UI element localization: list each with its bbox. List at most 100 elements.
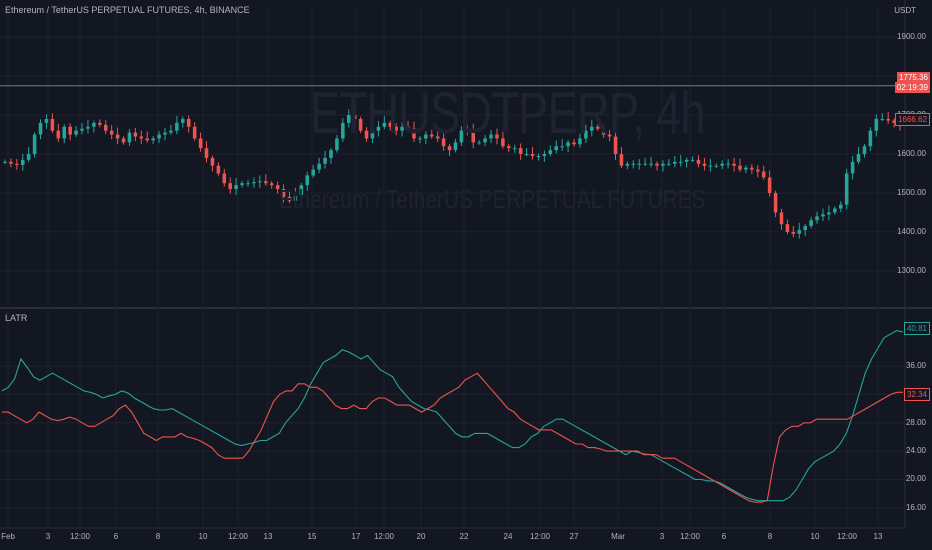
- latr-green-line: [1, 330, 904, 502]
- candle-body: [323, 157, 327, 164]
- candle-body: [133, 132, 138, 137]
- candle-body: [803, 226, 807, 230]
- candle-body: [512, 148, 517, 150]
- candle-body: [732, 163, 736, 166]
- candle-body: [862, 146, 867, 155]
- time-tick-label: 3: [659, 532, 665, 541]
- candle-body: [844, 173, 849, 205]
- candle-body: [619, 154, 624, 166]
- candle-body: [874, 118, 879, 131]
- candle-body: [216, 165, 221, 174]
- candle-body: [649, 163, 653, 165]
- candle-body: [228, 183, 232, 190]
- time-tick-label: 3: [45, 532, 51, 541]
- candle-body: [821, 214, 825, 217]
- candle-body: [868, 130, 873, 147]
- candle-body: [643, 163, 647, 165]
- latr-green-tag: 40.81: [903, 322, 930, 335]
- time-tick-label: 22: [459, 532, 469, 541]
- candle-body: [542, 154, 547, 156]
- candle-body: [139, 136, 144, 139]
- candle-body: [127, 132, 132, 143]
- time-tick-label: 27: [569, 532, 579, 541]
- time-tick-label: 12:00: [373, 532, 395, 541]
- time-tick-label: 12:00: [227, 532, 249, 541]
- candle-body: [667, 163, 671, 165]
- candle-body: [779, 212, 784, 225]
- candle-body: [32, 134, 37, 155]
- indicator-title[interactable]: LATR: [5, 313, 27, 323]
- time-tick-label: Feb: [1, 532, 15, 541]
- candle-body: [317, 163, 321, 170]
- time-tick-label: 12:00: [836, 532, 858, 541]
- candle-body: [827, 212, 831, 215]
- candle-body: [785, 224, 790, 232]
- candle-body: [791, 231, 796, 234]
- candle-body: [169, 130, 173, 133]
- candle-body: [329, 150, 333, 158]
- price-tick-label: 1600.00: [897, 149, 926, 159]
- candle-body: [637, 163, 641, 165]
- candle-body: [536, 155, 541, 157]
- candle-body: [833, 208, 837, 213]
- candle-body: [548, 150, 553, 155]
- candle-body: [252, 182, 256, 184]
- candle-body: [145, 138, 150, 141]
- candle-body: [103, 124, 108, 131]
- candle-body: [44, 118, 49, 123]
- candle-body: [744, 167, 748, 170]
- candle-body: [797, 229, 802, 234]
- candle-body: [175, 122, 179, 131]
- price-tick-label: 1900.00: [897, 32, 926, 42]
- watermark-description: Ethereum / TetherUS PERPETUAL FUTURES: [279, 184, 706, 214]
- candle-body: [684, 159, 689, 162]
- candle-body: [678, 161, 683, 163]
- candle-body: [264, 181, 268, 184]
- candle-body: [20, 159, 25, 165]
- candle-body: [518, 148, 523, 155]
- candle-body: [210, 157, 215, 166]
- candle-body: [240, 183, 244, 186]
- candle-body: [62, 126, 67, 139]
- candle-body: [720, 163, 724, 166]
- latr-tick-label: 16.00: [905, 502, 926, 512]
- time-tick-label: 13: [873, 532, 883, 541]
- time-tick-label: 12:00: [69, 532, 91, 541]
- latr-tick-label: 20.00: [905, 474, 926, 484]
- candle-body: [696, 159, 701, 164]
- candle-body: [714, 165, 719, 167]
- candle-body: [38, 122, 43, 135]
- time-tick-label: Mar: [611, 532, 625, 541]
- latr-tick-label: 24.00: [905, 446, 926, 456]
- candle-body: [186, 118, 191, 127]
- time-tick-label: 8: [767, 532, 773, 541]
- candle-body: [815, 216, 819, 221]
- candle-body: [690, 159, 695, 161]
- candle-body: [26, 154, 31, 160]
- candle-body: [773, 192, 778, 213]
- time-tick-label: 8: [155, 532, 161, 541]
- candle-body: [530, 154, 535, 156]
- latr-tick-label: 36.00: [905, 361, 926, 371]
- latr-red-tag: 32.34: [903, 388, 930, 401]
- latr-red-line: [2, 372, 903, 503]
- candle-body: [708, 165, 713, 167]
- latr-tick-label: 28.00: [905, 417, 926, 427]
- candle-body: [68, 126, 72, 135]
- time-tick-label: 10: [810, 532, 820, 541]
- price-tick-label: 1500.00: [897, 187, 926, 197]
- candle-body: [163, 132, 167, 135]
- candle-body: [809, 220, 813, 227]
- time-tick-label: 6: [721, 532, 727, 541]
- candle-body: [50, 118, 55, 131]
- currency-label: USDT: [894, 6, 916, 15]
- candle-body: [121, 138, 126, 143]
- candle-body: [258, 181, 262, 183]
- time-tick-label: 10: [198, 532, 208, 541]
- candle-body: [74, 130, 78, 135]
- time-tick-label: 13: [263, 532, 273, 541]
- candle-body: [151, 138, 155, 141]
- candle-body: [86, 126, 90, 129]
- candle-body: [192, 126, 197, 139]
- price-tick-label: 1300.00: [897, 265, 926, 275]
